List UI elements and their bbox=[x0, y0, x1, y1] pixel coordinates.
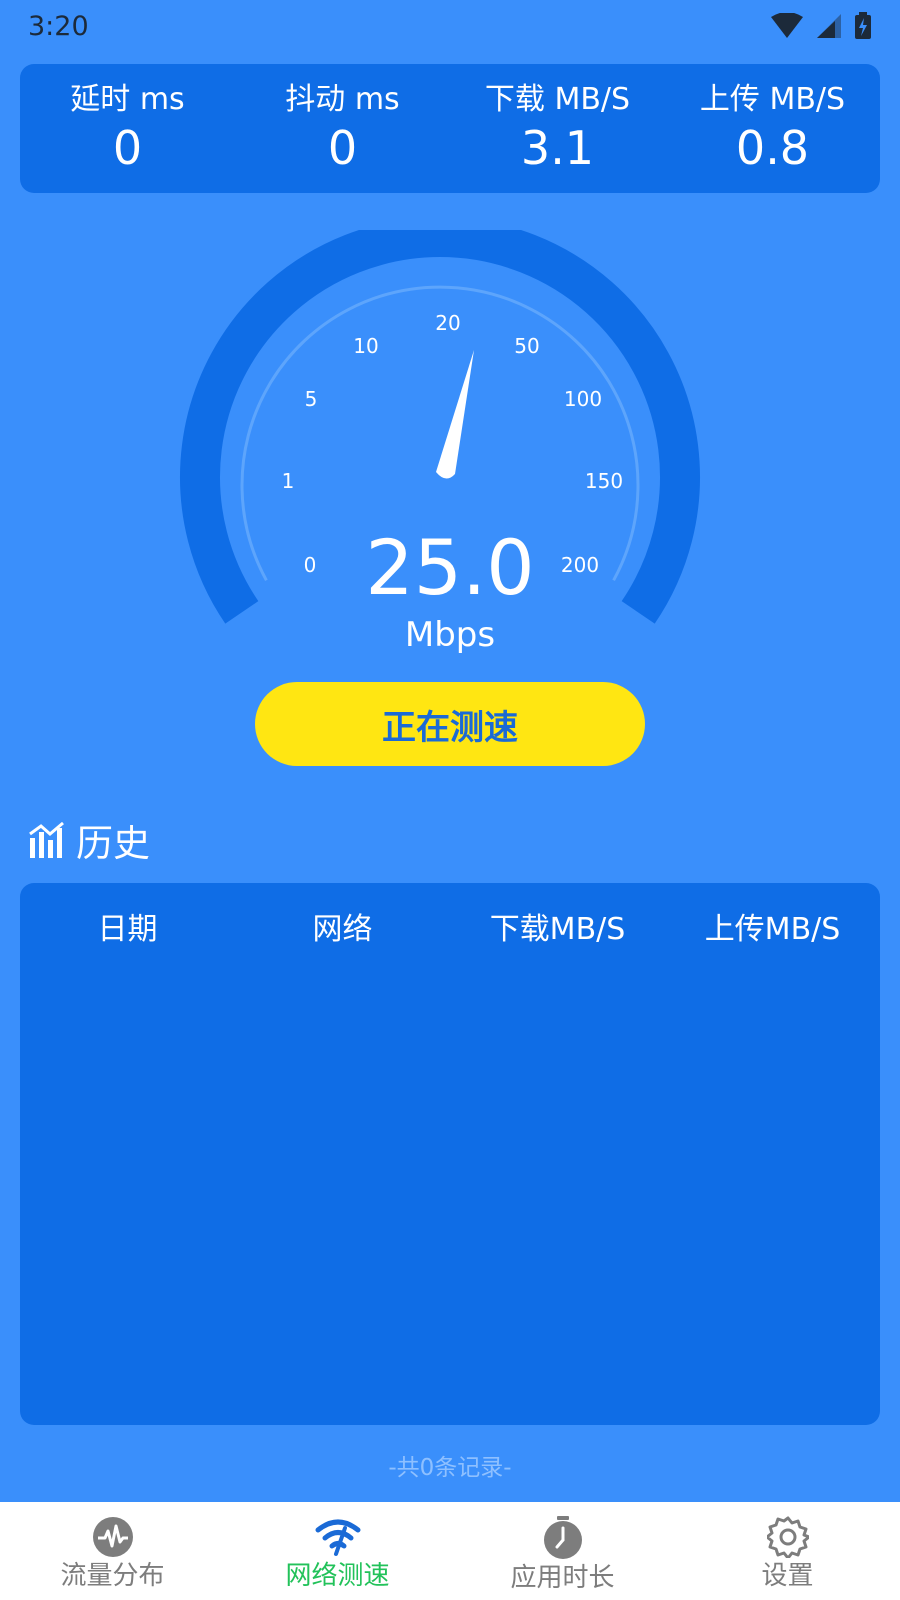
gauge-tick-label: 50 bbox=[514, 334, 539, 358]
status-icons bbox=[770, 12, 872, 40]
stat-jitter: 抖动 ms 0 bbox=[235, 64, 450, 193]
stat-label: 下载 MB/S bbox=[484, 82, 631, 118]
stat-label: 抖动 ms bbox=[285, 82, 400, 118]
stopwatch-icon bbox=[543, 1516, 582, 1559]
stat-value: 0 bbox=[327, 121, 358, 176]
gauge-tick-label: 1 bbox=[282, 469, 295, 493]
column-header-upload: 上传MB/S bbox=[704, 912, 841, 947]
speedometer-gauge: 0 1 5 10 20 50 100 150 200 25.0 Mbps bbox=[0, 230, 900, 670]
speed-value: 25.0 bbox=[365, 523, 535, 612]
stat-label: 延时 ms bbox=[70, 82, 185, 118]
bar-chart-icon bbox=[29, 822, 64, 858]
stat-latency: 延时 ms 0 bbox=[20, 64, 235, 193]
history-header: 历史 bbox=[28, 815, 150, 865]
stat-label: 上传 MB/S bbox=[699, 82, 846, 118]
column-header-download: 下载MB/S bbox=[489, 912, 626, 947]
gauge-tick-label: 10 bbox=[353, 334, 378, 358]
speed-test-button[interactable]: 正在测速 bbox=[255, 682, 645, 766]
stat-value: 0 bbox=[112, 121, 143, 176]
nav-label: 网络测速 bbox=[285, 1561, 390, 1591]
speed-stats-card: 延时 ms 0 抖动 ms 0 下载 MB/S 3.1 上传 MB/S 0.8 bbox=[20, 64, 880, 193]
gauge-tick-label: 20 bbox=[435, 311, 460, 335]
speed-unit: Mbps bbox=[404, 615, 496, 655]
battery-charging-icon bbox=[855, 12, 871, 39]
wifi-signal-icon bbox=[771, 13, 803, 38]
wifi-speed-icon bbox=[315, 1519, 360, 1556]
stat-value: 0.8 bbox=[735, 121, 810, 176]
history-title: 历史 bbox=[76, 822, 150, 865]
history-table-header: 日期 网络 下载MB/S 上传MB/S bbox=[20, 883, 880, 969]
stat-upload: 上传 MB/S 0.8 bbox=[665, 64, 880, 193]
status-time: 3:20 bbox=[28, 10, 89, 42]
gauge-needle bbox=[436, 350, 474, 479]
status-bar: 3:20 bbox=[0, 0, 900, 52]
stat-download: 下载 MB/S 3.1 bbox=[450, 64, 665, 193]
gauge-tick-label: 5 bbox=[305, 387, 318, 411]
nav-item-settings[interactable]: 设置 bbox=[675, 1502, 900, 1600]
column-header-date: 日期 bbox=[97, 912, 158, 947]
nav-item-app-usage[interactable]: 应用时长 bbox=[450, 1502, 675, 1600]
nav-label: 设置 bbox=[761, 1561, 814, 1591]
gear-icon bbox=[766, 1516, 809, 1558]
nav-label: 流量分布 bbox=[60, 1561, 165, 1591]
nav-item-traffic[interactable]: 流量分布 bbox=[0, 1502, 225, 1600]
pulse-icon bbox=[92, 1517, 133, 1557]
cellular-signal-icon bbox=[817, 14, 841, 38]
gauge-tick-label: 150 bbox=[585, 469, 623, 493]
history-table: 日期 网络 下载MB/S 上传MB/S bbox=[20, 883, 880, 1425]
bottom-nav: 流量分布 网络测速 应用时长 设置 bbox=[0, 1502, 900, 1600]
gauge-tick-label: 100 bbox=[564, 387, 602, 411]
nav-label: 应用时长 bbox=[510, 1563, 615, 1593]
nav-item-speed-test[interactable]: 网络测速 bbox=[225, 1502, 450, 1600]
column-header-network: 网络 bbox=[312, 912, 373, 947]
record-count: -共0条记录- bbox=[388, 1455, 512, 1481]
stat-value: 3.1 bbox=[520, 121, 595, 176]
